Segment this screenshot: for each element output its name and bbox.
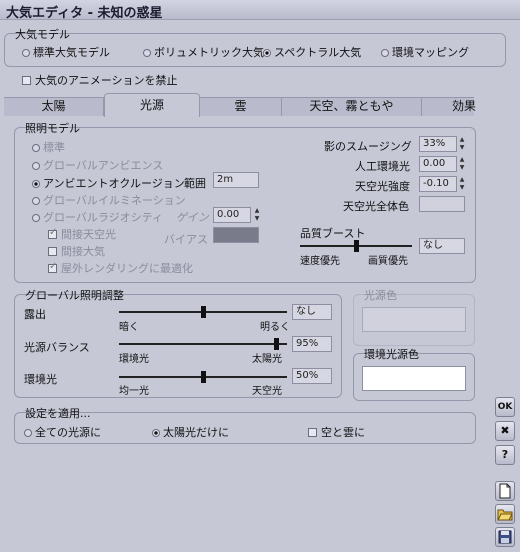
checkbox-icon bbox=[48, 247, 57, 256]
apply-all-lights-radio[interactable]: 全ての光源に bbox=[24, 424, 101, 440]
save-preset-button[interactable] bbox=[495, 527, 515, 547]
radio-icon bbox=[22, 49, 30, 57]
checkbox-checked-icon bbox=[48, 261, 57, 273]
atmo-option-volumetric[interactable]: ボリュメトリック大気 bbox=[143, 44, 264, 60]
radio-icon bbox=[24, 429, 32, 437]
atmosphere-model-legend: 大気モデル bbox=[15, 28, 70, 41]
save-disk-icon bbox=[498, 530, 512, 544]
exposure-slider-knob[interactable] bbox=[201, 306, 206, 318]
lighting-option-gi[interactable]: グローバルイルミネーション bbox=[32, 192, 186, 208]
ambient-right-label: 天空光 bbox=[252, 386, 282, 397]
title-bar[interactable]: 大気エディタ - 未知の惑星 bbox=[0, 0, 520, 21]
ambient-input[interactable]: 50% bbox=[292, 368, 332, 384]
radio-icon bbox=[32, 162, 40, 170]
exposure-input[interactable]: なし bbox=[292, 304, 332, 320]
atmo-option-standard[interactable]: 標準大気モデル bbox=[22, 44, 110, 60]
artificial-label: 人工環境光 bbox=[355, 160, 410, 173]
ambient-color-swatch[interactable] bbox=[362, 366, 466, 391]
sky-intensity-input[interactable]: -0.10 bbox=[419, 176, 457, 192]
sky-intensity-stepper[interactable]: ▲ ▼ bbox=[457, 176, 467, 192]
balance-left-label: 環境光 bbox=[119, 354, 149, 365]
quality-left-label: 速度優先 bbox=[300, 256, 340, 267]
indirect-sky-checkbox[interactable]: 間接天空光 bbox=[48, 226, 116, 242]
quality-input[interactable]: なし bbox=[419, 238, 465, 254]
light-color-legend: 光源色 bbox=[364, 289, 397, 302]
apply-sky-clouds-checkbox[interactable]: 空と雲に bbox=[308, 424, 365, 440]
balance-label: 光源バランス bbox=[24, 341, 90, 354]
gain-input[interactable]: 0.00 bbox=[213, 207, 251, 223]
ambient-slider[interactable] bbox=[119, 371, 287, 383]
open-folder-icon bbox=[497, 509, 513, 521]
ambient-slider-knob[interactable] bbox=[201, 371, 206, 383]
apply-sun-only-radio[interactable]: 太陽光だけに bbox=[152, 424, 229, 440]
exposure-right-label: 明るく bbox=[260, 322, 290, 333]
radio-icon bbox=[32, 197, 40, 205]
lighting-option-ambient-occlusion[interactable]: アンビエントオクルージョン bbox=[32, 175, 185, 191]
radio-icon bbox=[143, 49, 151, 57]
balance-input[interactable]: 95% bbox=[292, 336, 332, 352]
radio-icon bbox=[32, 214, 40, 222]
outdoor-opt-checkbox[interactable]: 屋外レンダリングに最適化 bbox=[48, 260, 193, 276]
atmo-option-envmap[interactable]: 環境マッピング bbox=[381, 44, 469, 60]
atmo-option-spectral[interactable]: スペクトラル大気 bbox=[263, 44, 361, 60]
new-preset-button[interactable] bbox=[495, 481, 515, 501]
tab-clouds[interactable]: 雲 bbox=[200, 97, 282, 116]
lighting-option-radiosity[interactable]: グローバルラジオシティ bbox=[32, 209, 163, 225]
exposure-left-label: 暗く bbox=[119, 322, 139, 333]
exposure-label: 露出 bbox=[24, 308, 46, 321]
balance-slider-knob[interactable] bbox=[274, 338, 279, 350]
global-lighting-legend: グローバル照明調整 bbox=[25, 289, 124, 302]
shadow-smooth-input[interactable]: 33% bbox=[419, 136, 457, 152]
apply-settings-legend: 設定を適用... bbox=[25, 407, 91, 420]
tab-sun[interactable]: 太陽 bbox=[4, 97, 104, 116]
quality-slider-knob[interactable] bbox=[354, 240, 359, 252]
quality-slider[interactable] bbox=[300, 240, 412, 252]
cancel-button[interactable]: ✖ bbox=[495, 421, 515, 441]
bias-color-swatch[interactable] bbox=[213, 227, 259, 243]
new-document-icon bbox=[499, 483, 511, 499]
shadow-smooth-label: 影のスムージング bbox=[324, 140, 412, 153]
open-preset-button[interactable] bbox=[495, 504, 515, 524]
checkbox-icon bbox=[308, 428, 317, 437]
radio-selected-icon bbox=[152, 429, 160, 437]
disable-animation-checkbox[interactable]: 大気のアニメーションを禁止 bbox=[22, 72, 178, 88]
ambient-label: 環境光 bbox=[24, 373, 57, 386]
range-label: 範囲 bbox=[184, 177, 206, 190]
artificial-input[interactable]: 0.00 bbox=[419, 156, 457, 172]
checkbox-checked-icon bbox=[48, 227, 57, 239]
quality-label: 品質ブースト bbox=[300, 227, 366, 240]
quality-right-label: 画質優先 bbox=[368, 256, 408, 267]
bias-label: バイアス bbox=[164, 233, 208, 246]
ok-button[interactable]: OK bbox=[495, 397, 515, 417]
gain-label: ゲイン bbox=[176, 211, 209, 224]
ambient-color-legend: 環境光源色 bbox=[364, 348, 419, 361]
tab-light[interactable]: 光源 bbox=[104, 93, 200, 117]
tab-effects[interactable]: 効果 bbox=[422, 97, 506, 116]
lighting-model-legend: 照明モデル bbox=[25, 122, 80, 135]
ambient-left-label: 均一光 bbox=[119, 386, 149, 397]
radio-selected-icon bbox=[263, 49, 271, 57]
lighting-option-standard[interactable]: 標準 bbox=[32, 139, 65, 155]
checkbox-icon bbox=[22, 76, 31, 85]
help-button[interactable]: ? bbox=[495, 445, 515, 465]
radio-icon bbox=[381, 49, 389, 57]
light-color-swatch[interactable] bbox=[362, 307, 466, 332]
sky-overall-label: 天空光全体色 bbox=[343, 200, 409, 213]
indirect-atmo-checkbox[interactable]: 間接大気 bbox=[48, 243, 105, 259]
range-input[interactable]: 2m bbox=[213, 172, 259, 188]
radio-selected-icon bbox=[32, 180, 40, 188]
tab-sky-fog[interactable]: 天空、霧ともや bbox=[282, 97, 422, 116]
balance-right-label: 太陽光 bbox=[252, 354, 282, 365]
exposure-slider[interactable] bbox=[119, 306, 287, 318]
balance-slider[interactable] bbox=[119, 338, 287, 350]
window-title: 大気エディタ - 未知の惑星 bbox=[6, 6, 163, 21]
artificial-stepper[interactable]: ▲ ▼ bbox=[457, 156, 467, 172]
radio-icon bbox=[32, 144, 40, 152]
shadow-smooth-stepper[interactable]: ▲ ▼ bbox=[457, 136, 467, 152]
sky-intensity-label: 天空光強度 bbox=[355, 180, 410, 193]
lighting-option-global-ambience[interactable]: グローバルアンビエンス bbox=[32, 157, 163, 173]
gain-stepper[interactable]: ▲ ▼ bbox=[252, 207, 262, 223]
sky-overall-color-swatch[interactable] bbox=[419, 196, 465, 212]
